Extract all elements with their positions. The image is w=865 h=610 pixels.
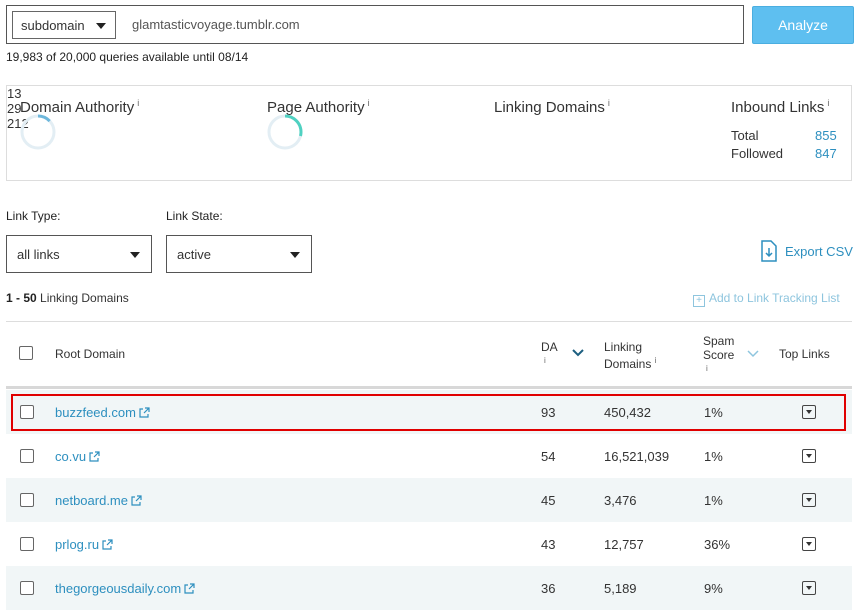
da-value: 36 xyxy=(541,581,556,596)
domain-authority-ring xyxy=(20,114,56,150)
spam-score-value: 36% xyxy=(704,537,731,552)
add-to-tracking-list-label: Add to Link Tracking List xyxy=(709,291,840,305)
linking-domains-header[interactable]: Linking Domains i xyxy=(604,340,656,371)
external-link-icon[interactable] xyxy=(89,451,100,462)
table-row: netboard.me 45 3,476 1% xyxy=(6,478,852,522)
metrics-panel: Domain Authority i 13 Page Authority i 29 … xyxy=(6,85,852,181)
results-range-count: 1 - 50 xyxy=(6,291,37,305)
spam-score-header[interactable]: Spam Score i xyxy=(703,334,734,376)
search-bar: subdomain glamtasticvoyage.tumblr.com xyxy=(6,5,744,44)
linking-domains-value: 5,189 xyxy=(604,581,637,596)
linking-domains-value: 212 xyxy=(7,116,29,131)
analyze-button[interactable]: Analyze xyxy=(752,6,854,44)
link-type-dropdown[interactable]: all links xyxy=(6,235,152,273)
root-domain-link[interactable]: netboard.me xyxy=(55,493,142,508)
subdomain-type-value: subdomain xyxy=(21,18,85,33)
top-links-header: Top Links xyxy=(779,347,830,361)
table-row: thegorgeousdaily.com 36 5,189 9% xyxy=(6,566,852,610)
link-type-value: all links xyxy=(17,247,60,262)
linking-domains-header-line2: Domains i xyxy=(604,356,657,371)
inbound-followed-value[interactable]: 847 xyxy=(815,146,837,161)
root-domain-link[interactable]: prlog.ru xyxy=(55,537,113,552)
inbound-followed-row: Followed 847 xyxy=(731,146,837,161)
info-icon[interactable]: i xyxy=(655,356,657,365)
table-header-divider xyxy=(6,386,852,389)
linking-domains-label: Linking Domains i xyxy=(494,98,610,116)
inbound-followed-label: Followed xyxy=(731,146,784,161)
info-icon[interactable]: i xyxy=(541,354,558,368)
info-icon[interactable]: i xyxy=(608,98,610,108)
subdomain-type-select[interactable]: subdomain xyxy=(12,11,116,39)
export-csv-label: Export CSV xyxy=(785,244,853,259)
sort-desc-icon[interactable] xyxy=(572,349,584,357)
chevron-down-icon xyxy=(290,252,300,258)
link-type-label: Link Type: xyxy=(6,209,61,223)
chevron-down-icon xyxy=(96,23,106,29)
sort-chevron-icon[interactable] xyxy=(747,350,759,358)
spam-score-header-line1: Spam xyxy=(703,334,735,348)
page-authority-ring xyxy=(267,114,303,150)
da-value: 45 xyxy=(541,493,556,508)
spam-score-value: 1% xyxy=(704,493,723,508)
query-quota-text: 19,983 of 20,000 queries available until… xyxy=(6,50,249,64)
inbound-total-value[interactable]: 855 xyxy=(815,128,837,143)
da-header-label: DA xyxy=(541,340,558,354)
inbound-total-label: Total xyxy=(731,128,759,143)
results-range-label: Linking Domains xyxy=(40,291,129,305)
link-state-label: Link State: xyxy=(166,209,223,223)
table-row: prlog.ru 43 12,757 36% xyxy=(6,522,852,566)
da-value: 54 xyxy=(541,449,556,464)
linking-domains-value: 12,757 xyxy=(604,537,644,552)
top-links-expand-button[interactable] xyxy=(802,581,816,595)
selected-row-highlight xyxy=(11,394,846,431)
linking-domains-metric: Linking Domains i xyxy=(494,98,610,116)
root-domain-link[interactable]: co.vu xyxy=(55,449,100,464)
link-state-dropdown[interactable]: active xyxy=(166,235,312,273)
da-header[interactable]: DA i xyxy=(541,340,558,368)
spam-score-header-line2: Score xyxy=(703,348,735,362)
row-checkbox[interactable] xyxy=(20,581,34,595)
top-links-expand-button[interactable] xyxy=(802,537,816,551)
root-domain-link[interactable]: thegorgeousdaily.com xyxy=(55,581,195,596)
inbound-links-label: Inbound Links i xyxy=(731,98,830,116)
info-icon[interactable]: i xyxy=(827,98,829,108)
info-icon[interactable]: i xyxy=(703,362,734,376)
top-links-expand-button[interactable] xyxy=(802,493,816,507)
external-link-icon[interactable] xyxy=(184,583,195,594)
info-icon[interactable]: i xyxy=(368,98,370,108)
table-row: co.vu 54 16,521,039 1% xyxy=(6,434,852,478)
select-all-checkbox[interactable] xyxy=(19,346,33,360)
link-state-value: active xyxy=(177,247,211,262)
linking-domains-value: 16,521,039 xyxy=(604,449,670,464)
top-links-expand-button[interactable] xyxy=(802,449,816,463)
results-range: 1 - 50 Linking Domains xyxy=(6,291,129,305)
plus-icon: + xyxy=(693,295,705,307)
table-top-border xyxy=(6,321,852,322)
inbound-links-metric: Inbound Links i xyxy=(731,98,829,116)
da-value: 43 xyxy=(541,537,556,552)
external-link-icon[interactable] xyxy=(102,539,113,550)
add-to-tracking-list-button[interactable]: + Add to Link Tracking List xyxy=(693,291,840,307)
row-checkbox[interactable] xyxy=(20,493,34,507)
root-domain-header[interactable]: Root Domain xyxy=(55,347,125,361)
spam-score-value: 1% xyxy=(704,449,723,464)
linking-domains-header-line1: Linking xyxy=(604,340,643,354)
download-file-icon xyxy=(761,240,777,262)
inbound-total-row: Total 855 xyxy=(731,128,837,143)
linking-domains-value: 3,476 xyxy=(604,493,637,508)
row-checkbox[interactable] xyxy=(20,537,34,551)
info-icon[interactable]: i xyxy=(137,98,139,108)
spam-score-value: 9% xyxy=(704,581,723,596)
chevron-down-icon xyxy=(130,252,140,258)
url-input[interactable]: glamtasticvoyage.tumblr.com xyxy=(132,17,300,32)
external-link-icon[interactable] xyxy=(131,495,142,506)
row-checkbox[interactable] xyxy=(20,449,34,463)
